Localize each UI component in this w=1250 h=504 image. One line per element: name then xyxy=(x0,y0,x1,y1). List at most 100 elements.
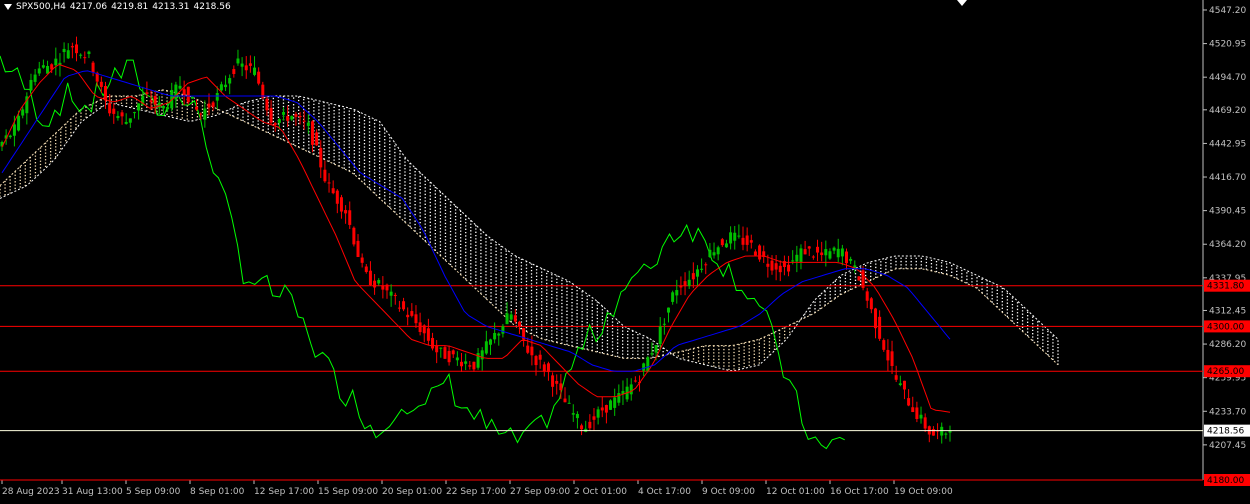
price-chart[interactable]: 4547.20 4520.95 4494.70 4469.20 4442.95 4416.… xyxy=(0,0,1250,500)
level-price-label: 4331.80 xyxy=(1207,282,1244,292)
candle-body xyxy=(161,106,165,109)
candle-body xyxy=(869,298,873,310)
candle-body xyxy=(865,291,869,301)
candle-body xyxy=(377,280,381,284)
candle-body xyxy=(919,414,923,419)
candle-body xyxy=(108,103,112,114)
time-tick-label: 22 Sep 17:00 xyxy=(446,487,506,497)
candle-body xyxy=(414,314,418,324)
candle-body xyxy=(720,239,724,246)
candle-body xyxy=(29,79,33,91)
candle-body xyxy=(517,321,521,327)
candle-body xyxy=(729,232,733,244)
candle-body xyxy=(199,113,203,115)
candle-body xyxy=(513,315,517,322)
candle-body xyxy=(273,123,277,125)
candle-body xyxy=(435,345,439,353)
candle-body xyxy=(828,251,832,259)
candle-body xyxy=(861,270,865,288)
candle-body xyxy=(54,58,58,66)
candle-body xyxy=(323,169,327,182)
candle-body xyxy=(232,69,236,74)
candle-body xyxy=(70,46,74,48)
candle-body xyxy=(857,276,861,281)
candle-body xyxy=(542,364,546,372)
candle-body xyxy=(770,260,774,271)
candle-body xyxy=(671,292,675,302)
candle-body xyxy=(186,86,190,103)
candle-body xyxy=(447,350,451,363)
time-tick-label: 20 Sep 01:00 xyxy=(382,487,442,497)
candle-body xyxy=(190,96,194,99)
candle-body xyxy=(878,316,882,339)
time-tick-label: 8 Sep 01:00 xyxy=(190,487,245,497)
price-tick-label: 4469.20 xyxy=(1209,106,1246,116)
candle-body xyxy=(650,353,654,355)
candle-body xyxy=(778,265,782,273)
candle-body xyxy=(559,383,563,391)
time-tick-label: 4 Oct 17:00 xyxy=(638,487,691,497)
candle-body xyxy=(820,252,824,256)
candle-body xyxy=(46,66,50,74)
candle-body xyxy=(319,147,323,168)
senkou-span-a-line xyxy=(0,89,1059,366)
candle-body xyxy=(588,421,592,429)
candle-body xyxy=(402,301,406,310)
candle-body xyxy=(460,361,464,367)
candle-body xyxy=(306,122,310,126)
candle-body xyxy=(207,103,211,108)
price-tick-label: 4416.70 xyxy=(1209,173,1246,183)
candle-body xyxy=(240,63,244,67)
candle-body xyxy=(546,363,550,373)
candle-body xyxy=(75,44,79,54)
candle-body xyxy=(907,398,911,406)
candle-body xyxy=(803,249,807,255)
candle-body xyxy=(923,417,927,429)
candle-body xyxy=(269,108,273,123)
candle-body xyxy=(339,197,343,212)
candle-body xyxy=(17,115,21,131)
candle-body xyxy=(153,95,157,105)
candle-body xyxy=(931,429,935,436)
candle-body xyxy=(791,260,795,262)
candle-body xyxy=(737,235,741,237)
candle-body xyxy=(344,210,348,214)
candle-body xyxy=(600,407,604,411)
candle-body xyxy=(679,285,683,288)
candle-body xyxy=(766,263,770,267)
candle-body xyxy=(464,361,468,364)
candle-body xyxy=(253,67,257,75)
time-tick-label: 31 Aug 13:00 xyxy=(62,487,123,497)
candle-body xyxy=(373,280,377,288)
candle-body xyxy=(493,333,497,340)
candle-body xyxy=(364,266,368,272)
candle-body xyxy=(368,270,372,285)
candle-body xyxy=(352,227,356,245)
candle-body xyxy=(472,361,476,370)
candle-body xyxy=(580,425,584,430)
candle-body xyxy=(443,347,447,359)
candle-body xyxy=(662,323,666,325)
candle-body xyxy=(228,78,232,84)
candle-body xyxy=(716,247,720,255)
candle-body xyxy=(845,251,849,264)
price-tick-label: 4364.20 xyxy=(1209,240,1246,250)
candle-body xyxy=(21,109,25,116)
time-tick-label: 2 Oct 01:00 xyxy=(574,487,627,497)
candle-body xyxy=(886,349,890,361)
candle-body xyxy=(633,380,637,382)
shift-marker-icon xyxy=(957,0,967,6)
candle-body xyxy=(41,65,45,68)
chart-area[interactable]: 4547.20 4520.95 4494.70 4469.20 4442.95 4416.… xyxy=(0,0,1250,500)
candle-body xyxy=(310,121,314,145)
price-tick-label: 4520.95 xyxy=(1209,40,1246,50)
candle-body xyxy=(79,54,83,56)
candle-body xyxy=(666,307,670,313)
candle-body xyxy=(195,106,199,110)
candle-body xyxy=(642,363,646,371)
time-tick-label: 9 Oct 09:00 xyxy=(702,487,755,497)
candle-body xyxy=(265,98,269,111)
candle-body xyxy=(687,279,691,286)
candle-body xyxy=(145,92,149,94)
candle-body xyxy=(708,249,712,258)
